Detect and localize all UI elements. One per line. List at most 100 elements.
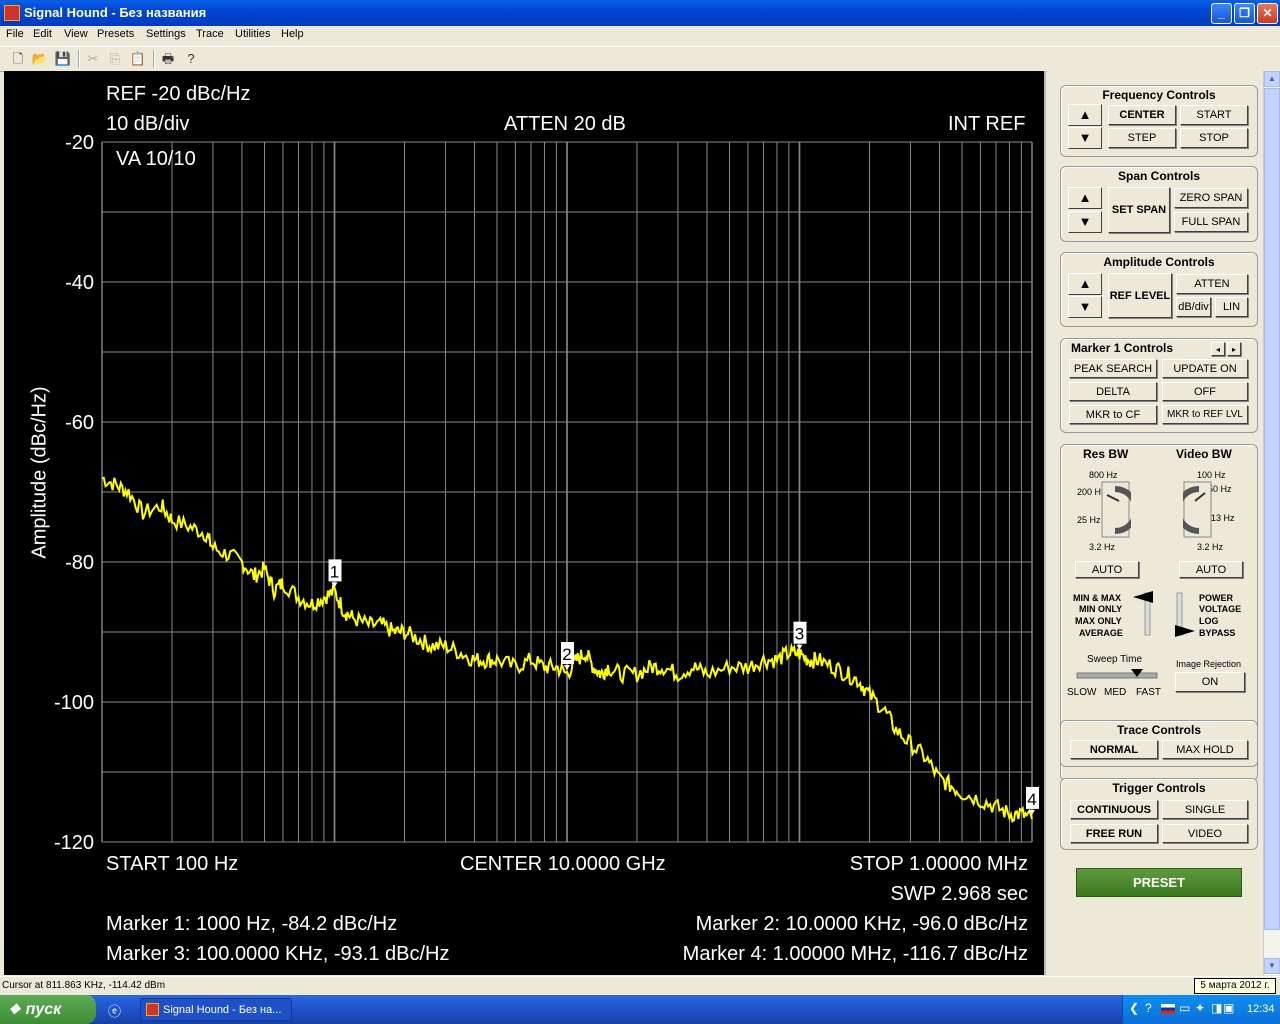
maximize-button[interactable]: ❐ [1234, 3, 1255, 24]
image-rejection-title: Image Rejection [1176, 659, 1242, 669]
span-down-button[interactable]: ▼ [1068, 211, 1102, 233]
image-rejection-button[interactable]: ON [1175, 672, 1245, 692]
sweep-time-slider[interactable] [1075, 667, 1159, 683]
amplitude-controls-title: Amplitude Controls [1103, 255, 1215, 269]
detector-slider[interactable] [1131, 591, 1155, 637]
freq-down-button[interactable]: ▼ [1068, 127, 1102, 149]
start-button[interactable]: START [1180, 105, 1248, 125]
set-span-button[interactable]: SET SPAN [1108, 187, 1170, 233]
scale-option[interactable]: LOG [1199, 616, 1219, 626]
menu-help[interactable]: Help [281, 28, 304, 40]
single-button[interactable]: SINGLE [1162, 800, 1248, 819]
scroll-up-icon[interactable]: ▲ [1264, 71, 1280, 87]
scale-option[interactable]: VOLTAGE [1199, 604, 1241, 614]
update-on-button[interactable]: UPDATE ON [1162, 359, 1248, 378]
tray-app-icon[interactable]: ✦ [1195, 1001, 1205, 1015]
detector-option[interactable]: AVERAGE [1079, 628, 1123, 638]
menu-file[interactable]: File [6, 28, 24, 40]
tray-arrow-icon[interactable]: ❮ [1129, 1001, 1139, 1015]
clock[interactable]: 12:34 [1247, 1003, 1275, 1015]
detector-option[interactable]: MIN ONLY [1079, 604, 1122, 614]
close-button[interactable]: ✕ [1257, 3, 1278, 24]
scroll-down-icon[interactable]: ▼ [1264, 958, 1280, 974]
trace-normal-button[interactable]: NORMAL [1070, 740, 1158, 759]
atten-button[interactable]: ATTEN [1176, 274, 1248, 294]
max-hold-button[interactable]: MAX HOLD [1162, 740, 1248, 759]
minimize-button[interactable]: _ [1211, 3, 1232, 24]
save-icon[interactable]: 💾 [54, 50, 72, 68]
step-button[interactable]: STEP [1108, 128, 1176, 148]
detector-option[interactable]: MAX ONLY [1075, 616, 1122, 626]
continuous-button[interactable]: CONTINUOUS [1070, 800, 1158, 819]
video-bw-auto-button[interactable]: AUTO [1179, 561, 1243, 578]
marker2-readout: Marker 2: 10.0000 KHz, -96.0 dBc/Hz [695, 913, 1028, 935]
peak-search-button[interactable]: PEAK SEARCH [1069, 359, 1157, 378]
spectrum-display[interactable]: -20 -40 -60 -80 -100 -120 1 2 3 4 REF -20 dBc/Hz … [4, 71, 1046, 975]
res-bw-auto-button[interactable]: AUTO [1075, 561, 1139, 578]
cut-icon[interactable]: ✂ [84, 50, 102, 68]
menu-utilities[interactable]: Utilities [235, 28, 270, 40]
menu-edit[interactable]: Edit [33, 28, 52, 40]
cursor-readout: Cursor at 811.863 KHz, -114.42 dBm [2, 980, 166, 991]
menu-view[interactable]: View [64, 28, 88, 40]
menu-trace[interactable]: Trace [196, 28, 224, 40]
scale-option[interactable]: BYPASS [1199, 628, 1235, 638]
open-folder-icon[interactable]: 📂 [31, 50, 49, 68]
preset-button[interactable]: PRESET [1076, 868, 1242, 897]
scroll-thumb[interactable] [1264, 88, 1280, 930]
res-bw-knob[interactable] [1101, 481, 1131, 539]
scale-option[interactable]: POWER [1199, 593, 1233, 603]
ref-level-readout: REF -20 dBc/Hz [106, 83, 251, 105]
ref-level-button[interactable]: REF LEVEL [1108, 273, 1172, 318]
system-tray: ❮ ? ▭ ✦ ◨ ▣ 12:34 [1122, 995, 1280, 1024]
marker4-readout: Marker 4: 1.00000 MHz, -116.7 dBc/Hz [682, 943, 1028, 965]
scale-slider[interactable] [1173, 591, 1197, 637]
help-tray-icon[interactable]: ? [1145, 1001, 1152, 1015]
video-tick: 3.2 Hz [1197, 542, 1224, 552]
amp-down-button[interactable]: ▼ [1068, 296, 1102, 318]
detector-option[interactable]: MIN & MAX [1073, 593, 1121, 603]
full-span-button[interactable]: FULL SPAN [1174, 212, 1248, 232]
free-run-button[interactable]: FREE RUN [1070, 824, 1158, 843]
signal-hound-icon [146, 1003, 159, 1016]
db-div-button[interactable]: dB/div [1176, 297, 1211, 317]
language-flag-icon[interactable] [1161, 1004, 1175, 1014]
quicklaunch-ie-icon[interactable]: ⓔ [108, 1001, 124, 1019]
taskbar-item-signal-hound[interactable]: Signal Hound - Без на... [140, 998, 292, 1021]
trigger-controls-group: Trigger Controls CONTINUOUS SINGLE FREE … [1060, 778, 1258, 850]
marker-next-icon[interactable]: ▸ [1227, 342, 1241, 356]
marker-prev-icon[interactable]: ◂ [1211, 342, 1225, 356]
center-freq-readout: CENTER 10.0000 GHz [460, 853, 666, 875]
help-icon[interactable]: ? [182, 50, 200, 68]
mkr-to-cf-button[interactable]: MKR to CF [1069, 405, 1157, 424]
delta-button[interactable]: DELTA [1069, 382, 1157, 401]
amp-up-button[interactable]: ▲ [1068, 273, 1102, 295]
menu-settings[interactable]: Settings [146, 28, 186, 40]
vertical-scrollbar[interactable]: ▲ ▼ [1263, 71, 1280, 975]
paste-icon[interactable]: 📋 [129, 50, 147, 68]
volume-icon[interactable]: ◨ [1211, 1001, 1222, 1015]
menu-presets[interactable]: Presets [97, 28, 134, 40]
y-axis-label: Amplitude (dBc/Hz) [28, 386, 51, 559]
marker-controls-group: Marker 1 Controls ◂ ▸ PEAK SEARCH UPDATE… [1060, 338, 1258, 433]
video-trigger-button[interactable]: VIDEO [1162, 824, 1248, 843]
start-button[interactable]: ❖ пуск [0, 995, 96, 1024]
stop-button[interactable]: STOP [1180, 128, 1248, 148]
zero-span-button[interactable]: ZERO SPAN [1174, 188, 1248, 208]
mkr-to-ref-button[interactable]: MKR to REF LVL [1162, 405, 1248, 424]
res-tick: 800 Hz [1089, 470, 1118, 480]
print-icon[interactable]: 🖶 [159, 50, 177, 68]
copy-icon[interactable]: ⎘ [106, 50, 124, 68]
date-tooltip: 5 марта 2012 г. [1194, 978, 1276, 994]
tray-app2-icon[interactable]: ▣ [1223, 1001, 1234, 1015]
lin-button[interactable]: LIN [1215, 297, 1248, 317]
new-file-icon[interactable]: 🗋 [9, 50, 27, 68]
freq-up-button[interactable]: ▲ [1068, 104, 1102, 126]
y-tick-label: -40 [65, 272, 94, 294]
marker-off-button[interactable]: OFF [1162, 382, 1248, 401]
span-up-button[interactable]: ▲ [1068, 187, 1102, 209]
window-title: Signal Hound - Без названия [24, 5, 207, 20]
center-button[interactable]: CENTER [1108, 105, 1176, 125]
video-bw-knob[interactable] [1183, 481, 1213, 539]
network-icon[interactable]: ▭ [1179, 1001, 1190, 1015]
